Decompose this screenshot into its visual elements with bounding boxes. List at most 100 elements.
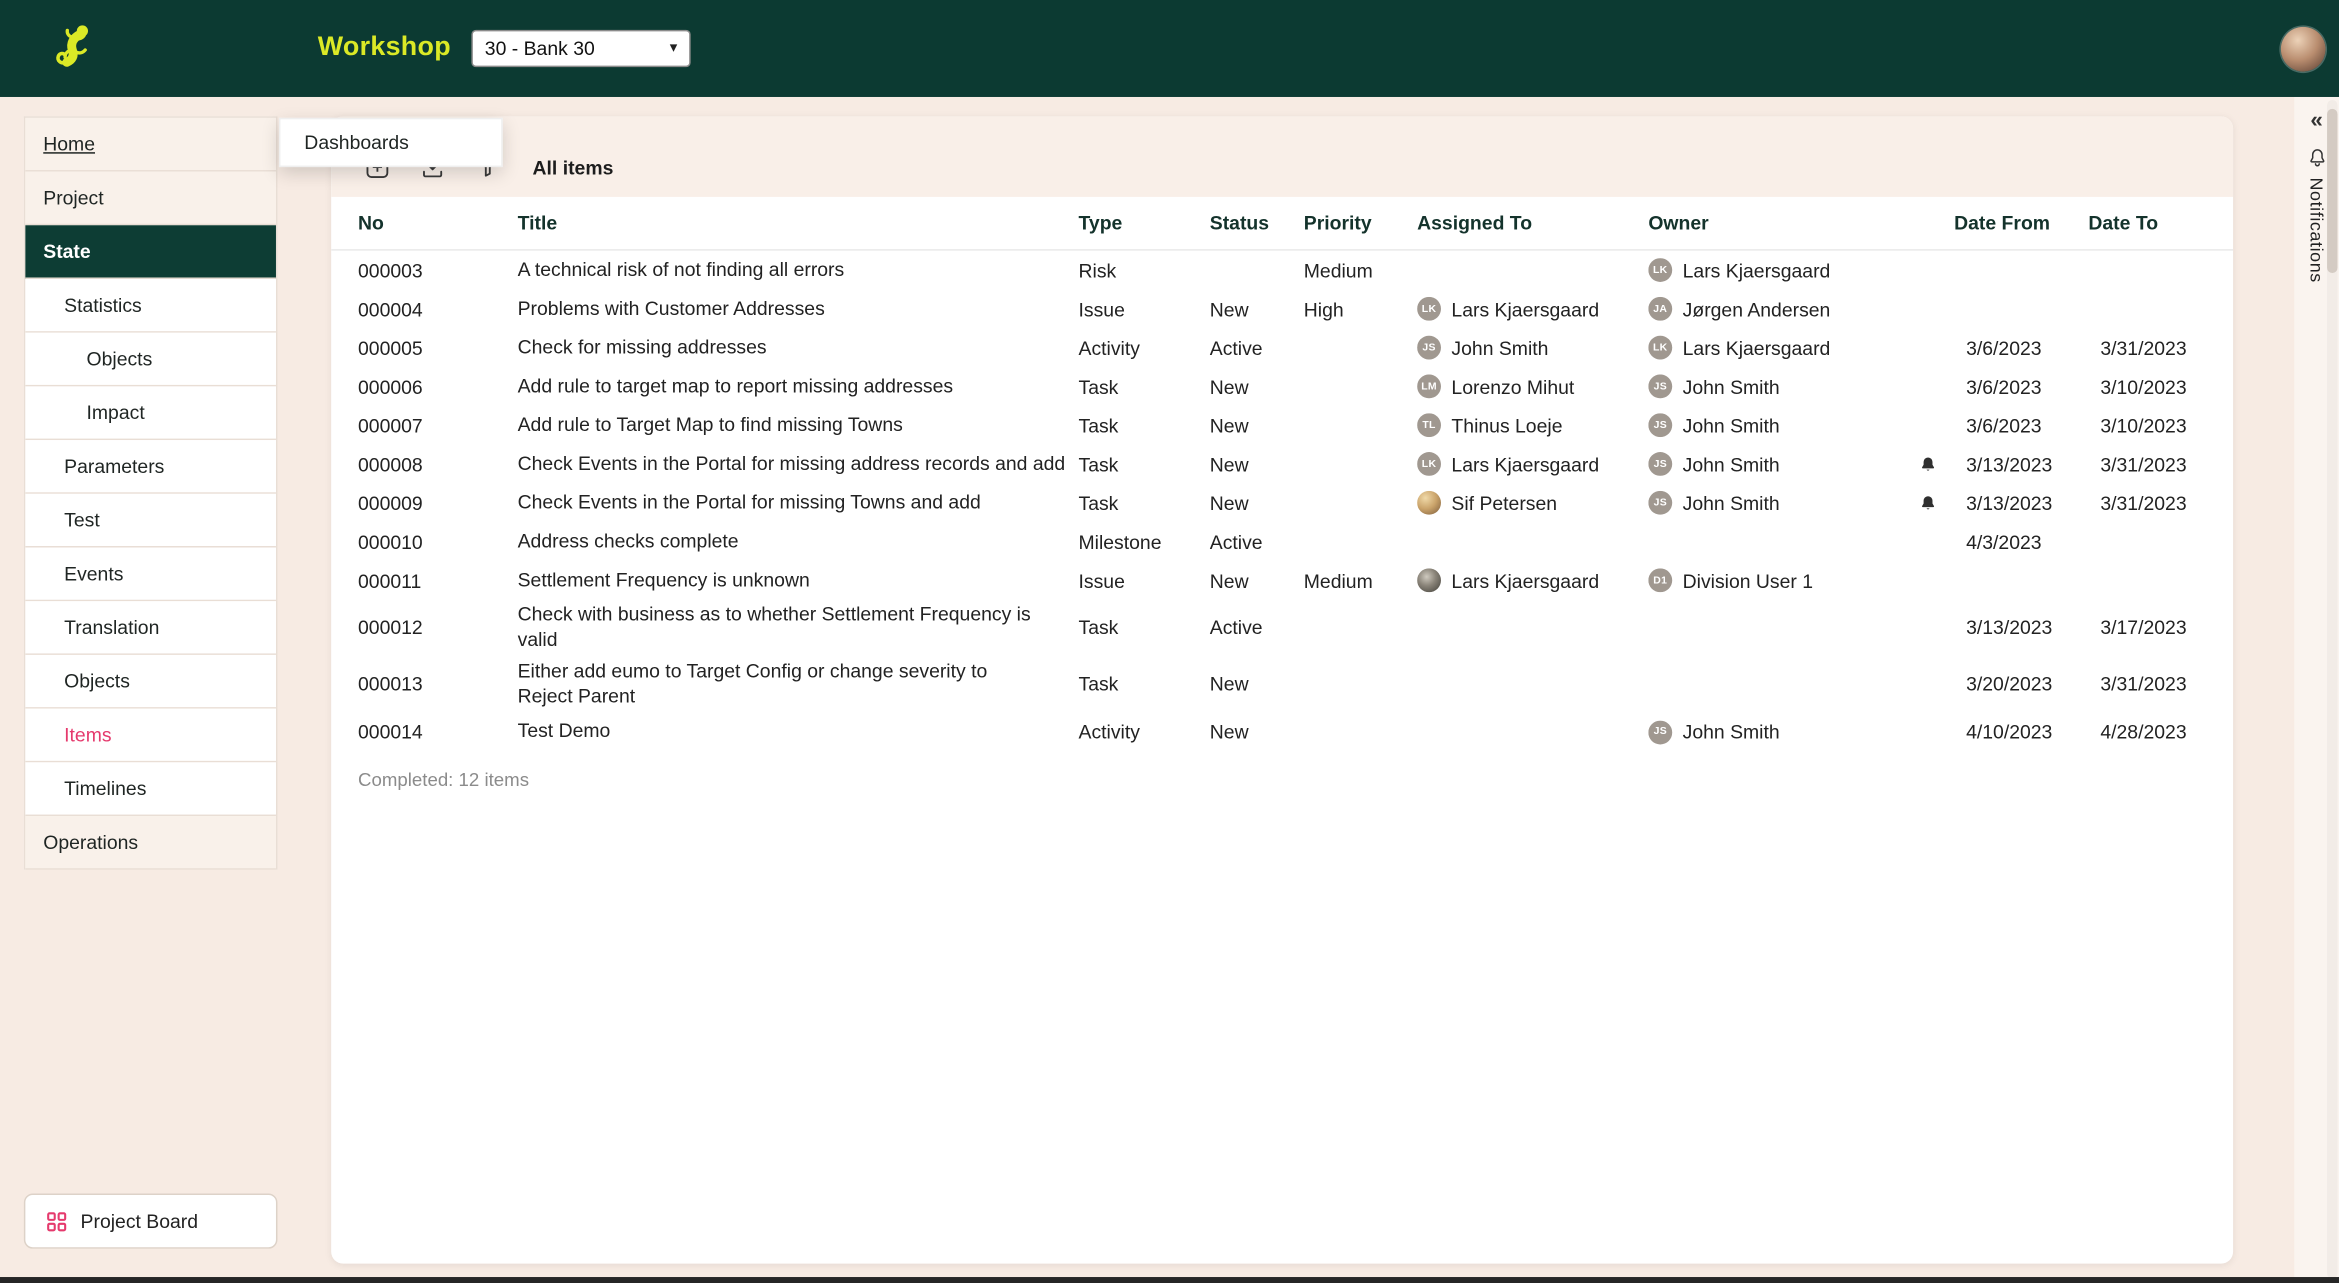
sidebar-item-home[interactable]: Home — [25, 117, 276, 172]
cell-type: Issue — [1078, 569, 1125, 592]
sidebar-item-label: Parameters — [64, 455, 165, 478]
notifications-label: Notifications — [2306, 177, 2328, 283]
column-header-title[interactable]: Title — [518, 212, 1079, 234]
cell-title: Add rule to target map to report missing… — [517, 373, 954, 397]
cell-no: 000010 — [358, 530, 423, 553]
sidebar-item-label: Project — [43, 186, 104, 209]
sidebar-item-objects[interactable]: Objects — [25, 332, 276, 387]
notifications-bell-icon[interactable] — [2305, 146, 2327, 168]
cell-owner: JS John Smith — [1648, 719, 1902, 744]
sidebar-item-impact[interactable]: Impact — [25, 386, 276, 441]
sidebar-item-objects[interactable]: Objects — [25, 654, 276, 709]
scrollbar-thumb[interactable] — [2327, 108, 2338, 274]
cell-date-from: 3/6/2023 — [1966, 413, 2042, 437]
cell-title: Test Demo — [517, 719, 611, 742]
collapse-panel-button[interactable]: « — [2307, 106, 2325, 134]
table-row[interactable]: 000005 Check for missing addresses Activit… — [331, 328, 2233, 367]
cell-date-to: 4/28/2023 — [2100, 720, 2187, 744]
grid-icon — [46, 1211, 67, 1232]
person-name: Lorenzo Mihut — [1451, 375, 1575, 398]
column-header-owner[interactable]: Owner — [1648, 212, 1902, 234]
person-name: John Smith — [1682, 720, 1780, 744]
column-header-status[interactable]: Status — [1210, 212, 1304, 234]
items-panel: All items No Title Type Status Priority Assig… — [331, 116, 2234, 1264]
gecko-logo-icon[interactable] — [48, 21, 102, 75]
sidebar-item-statistics[interactable]: Statistics — [25, 278, 276, 333]
cell-date-to: 3/17/2023 — [2100, 616, 2187, 640]
scrollbar[interactable] — [2327, 99, 2338, 1279]
cell-status: Active — [1209, 616, 1263, 640]
sidebar-item-operations[interactable]: Operations — [25, 816, 276, 870]
cell-no: 000014 — [358, 720, 423, 744]
table-row[interactable]: 000003 A technical risk of not finding al… — [331, 251, 2233, 290]
cell-priority: Medium — [1303, 569, 1373, 592]
column-header-no[interactable]: No — [358, 212, 518, 234]
topbar: Workshop 30 - Bank 30 ▾ — [0, 0, 2339, 97]
cell-title: A technical risk of not finding all erro… — [517, 257, 845, 280]
column-header-date-to[interactable]: Date To — [2088, 212, 2222, 234]
cell-owner: LK Lars Kjaersgaard — [1648, 258, 1902, 282]
column-header-type[interactable]: Type — [1079, 212, 1210, 234]
cell-status: New — [1209, 491, 1249, 514]
avatar: JS — [1648, 413, 1673, 438]
table-row[interactable]: 000007 Add rule to Target Map to find mis… — [331, 406, 2233, 445]
cell-type: Activity — [1078, 336, 1140, 359]
tenant-select-value: 30 - Bank 30 — [484, 37, 595, 60]
table-row[interactable]: 000009 Check Events in the Portal for mis… — [331, 483, 2233, 522]
tenant-select[interactable]: 30 - Bank 30 ▾ — [471, 29, 691, 68]
cell-no: 000003 — [358, 258, 423, 282]
cell-title: Check with business as to whether Settle… — [517, 602, 1031, 651]
cell-assigned-to: JS John Smith — [1417, 335, 1648, 360]
avatar — [1417, 490, 1441, 515]
cell-assigned-to: Sif Petersen — [1417, 490, 1648, 515]
project-board-button[interactable]: Project Board — [23, 1193, 278, 1249]
column-header-date-from[interactable]: Date From — [1954, 212, 2088, 234]
person-name: John Smith — [1682, 413, 1780, 437]
cell-no: 000004 — [358, 297, 423, 321]
sidebar-item-parameters[interactable]: Parameters — [25, 440, 276, 494]
user-avatar[interactable] — [2280, 26, 2326, 72]
cell-title: Either add eumo to Target Config or chan… — [517, 659, 988, 707]
sidebar-item-state[interactable]: State — [25, 225, 276, 279]
table-row[interactable]: 000012 Check with business as to whether … — [331, 600, 2233, 656]
sidebar-item-translation[interactable]: Translation — [25, 601, 276, 655]
dashboards-flyout: Dashboards — [278, 117, 503, 168]
table-row[interactable]: 000011 Settlement Frequency is unknown Iss… — [331, 561, 2233, 600]
table-row[interactable]: 000010 Address checks complete Milestone Ac… — [331, 522, 2233, 561]
cell-no: 000007 — [358, 413, 423, 437]
column-header-priority[interactable]: Priority — [1304, 212, 1417, 234]
items-toolbar: All items — [331, 116, 2234, 197]
cell-no: 000011 — [358, 569, 422, 592]
person-name: Jørgen Andersen — [1682, 297, 1831, 321]
cell-no: 000009 — [358, 491, 423, 514]
chevron-down-icon: ▾ — [669, 40, 678, 57]
table-row[interactable]: 000004 Problems with Customer Addresses Is… — [331, 289, 2233, 328]
person-name: Lars Kjaersgaard — [1682, 336, 1831, 359]
table-row[interactable]: 000014 Test Demo Activity New JS John Smith 4/… — [331, 712, 2233, 751]
cell-status: New — [1209, 297, 1249, 321]
table-row[interactable]: 000008 Check Events in the Portal for mis… — [331, 445, 2233, 484]
cell-type: Activity — [1078, 720, 1140, 744]
sidebar-item-timelines[interactable]: Timelines — [25, 762, 276, 817]
column-header-assigned-to[interactable]: Assigned To — [1417, 212, 1648, 234]
sidebar-item-label: Impact — [86, 401, 145, 424]
sidebar-item-events[interactable]: Events — [25, 547, 276, 602]
table-body: 000003 A technical risk of not finding al… — [331, 251, 2233, 752]
table-row[interactable]: 000013 Either add eumo to Target Config o… — [331, 656, 2233, 712]
cell-date-to: 3/31/2023 — [2100, 673, 2187, 696]
sidebar-item-items[interactable]: Items — [25, 708, 276, 763]
avatar: JA — [1648, 296, 1673, 321]
cell-status: New — [1209, 375, 1249, 398]
cell-title: Problems with Customer Addresses — [517, 296, 825, 319]
project-board-label: Project Board — [80, 1209, 199, 1233]
cell-owner: D1 Division User 1 — [1648, 568, 1902, 593]
menu-item-dashboards[interactable]: Dashboards — [280, 119, 501, 165]
sidebar-item-test[interactable]: Test — [25, 493, 276, 548]
view-label: All items — [532, 155, 614, 179]
sidebar-item-label: State — [43, 240, 91, 263]
cell-type: Task — [1078, 375, 1119, 398]
cell-owner: JS John Smith — [1648, 413, 1902, 438]
sidebar-item-project[interactable]: Project — [25, 171, 276, 226]
table-row[interactable]: 000006 Add rule to target map to report m… — [331, 367, 2233, 406]
avatar: LK — [1648, 258, 1673, 282]
